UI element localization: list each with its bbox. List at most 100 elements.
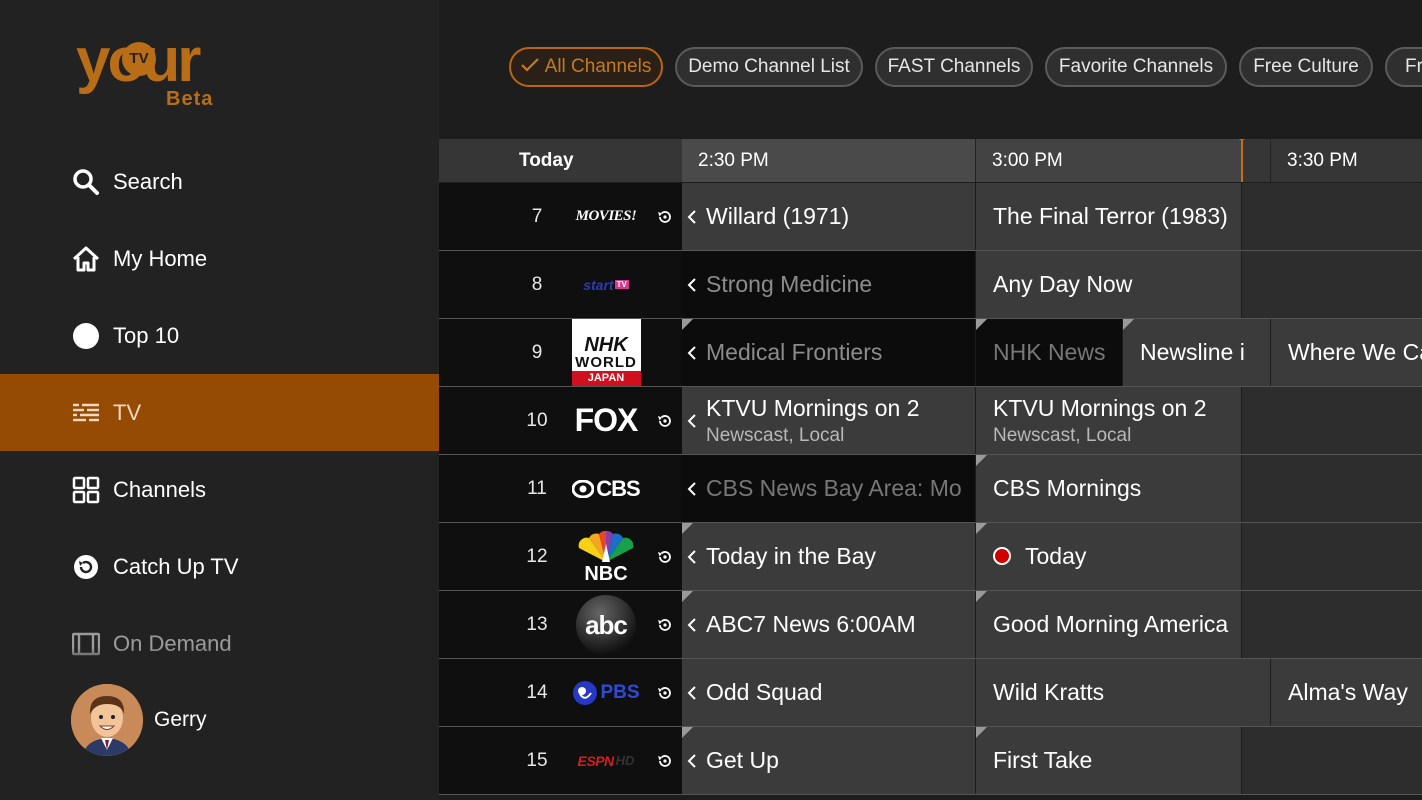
- tv-guide-grid: Today 2:30 PM 3:00 PM 3:30 PM 7 MOVIES! …: [439, 139, 1422, 800]
- corner-marker: [1123, 319, 1134, 330]
- guide-row: 10 FOX KTVU Mornings on 2 Newscast, Loca…: [439, 387, 1422, 454]
- sidebar-item-top-10[interactable]: Top 10: [0, 297, 439, 374]
- chevron-left-icon: [687, 387, 697, 454]
- program-cell[interactable]: Newsline i: [1123, 319, 1270, 386]
- chevron-left-icon: [687, 659, 697, 726]
- program-title: KTVU Mornings on 2: [993, 394, 1207, 421]
- sidebar-item-label: Search: [113, 168, 183, 194]
- channel-cell[interactable]: 10 FOX: [439, 387, 682, 454]
- chevron-left-icon: [687, 523, 697, 590]
- chip-label: Free Culture: [1253, 56, 1359, 77]
- channel-number: 10: [526, 409, 548, 431]
- corner-marker: [976, 455, 987, 466]
- corner-marker: [976, 727, 987, 738]
- program-title: Where We Ca: [1288, 339, 1422, 365]
- program-cell[interactable]: Today: [976, 523, 1241, 590]
- program-cell-empty[interactable]: [1242, 727, 1422, 794]
- program-cell[interactable]: Today in the Bay: [682, 523, 975, 590]
- chip-demo-channel-list[interactable]: Demo Channel List: [675, 47, 863, 87]
- program-title: First Take: [993, 747, 1093, 773]
- chevron-left-icon: [687, 319, 697, 386]
- program-title: KTVU Mornings on 2: [706, 394, 920, 421]
- program-title: CBS Mornings: [993, 475, 1142, 501]
- user-profile[interactable]: Gerry: [71, 684, 207, 756]
- time-slot: 3:30 PM: [1287, 149, 1358, 171]
- program-cell-empty[interactable]: [1242, 591, 1422, 658]
- program-cell[interactable]: Get Up: [682, 727, 975, 794]
- program-cell[interactable]: KTVU Mornings on 2 Newscast, Local: [682, 387, 975, 454]
- chip-favorite-channels[interactable]: Favorite Channels: [1045, 47, 1227, 87]
- replay-icon: [655, 183, 675, 250]
- channel-cell[interactable]: 7 MOVIES!: [439, 183, 682, 250]
- sidebar-item-label: On Demand: [113, 630, 232, 656]
- program-title: Newsline i: [1140, 339, 1245, 365]
- checkmark-icon: [520, 56, 539, 78]
- replay-icon: [655, 659, 675, 726]
- chevron-left-icon: [687, 183, 697, 250]
- time-header: Today 2:30 PM 3:00 PM 3:30 PM: [439, 139, 1422, 182]
- chip-fre[interactable]: Fre: [1385, 47, 1422, 87]
- guide-row: 15 ESPN HD Get Up First Take: [439, 727, 1422, 794]
- channel-logo: NHK WORLD JAPAN: [571, 319, 641, 386]
- program-cell[interactable]: CBS News Bay Area: Mo: [682, 455, 975, 522]
- avatar[interactable]: [71, 684, 143, 756]
- program-cell-empty[interactable]: [1242, 455, 1422, 522]
- program-cell[interactable]: Where We Ca: [1271, 319, 1422, 386]
- program-cell[interactable]: Any Day Now: [976, 251, 1241, 318]
- guide-row: 12 NBC Today in the Bay Today: [439, 523, 1422, 590]
- program-cell-empty[interactable]: [1242, 251, 1422, 318]
- program-cell[interactable]: Strong Medicine: [682, 251, 975, 318]
- program-cell-empty[interactable]: [1242, 387, 1422, 454]
- film-icon: [72, 630, 100, 658]
- channel-cell[interactable]: 12 NBC: [439, 523, 682, 590]
- sidebar-item-tv[interactable]: TV: [0, 374, 439, 451]
- channel-cell[interactable]: 11 CBS: [439, 455, 682, 522]
- sidebar-item-my-home[interactable]: My Home: [0, 220, 439, 297]
- program-cell[interactable]: Wild Kratts: [976, 659, 1270, 726]
- channel-cell[interactable]: 9 NHK WORLD JAPAN: [439, 319, 682, 386]
- sidebar-item-on-demand[interactable]: On Demand: [0, 605, 439, 682]
- chip-fast-channels[interactable]: FAST Channels: [875, 47, 1033, 87]
- replay-icon: [72, 553, 100, 581]
- user-name: Gerry: [154, 708, 207, 731]
- program-cell[interactable]: First Take: [976, 727, 1241, 794]
- program-cell[interactable]: ABC7 News 6:00AM: [682, 591, 975, 658]
- chip-all-channels[interactable]: All Channels: [509, 47, 663, 87]
- sidebar-item-search[interactable]: Search: [0, 143, 439, 220]
- now-indicator: [1241, 139, 1243, 182]
- program-title: Odd Squad: [706, 679, 823, 705]
- channel-number: 11: [527, 477, 547, 499]
- program-cell[interactable]: NHK News: [976, 319, 1122, 386]
- program-cell[interactable]: Medical Frontiers: [682, 319, 975, 386]
- program-cell-empty[interactable]: [1242, 183, 1422, 250]
- program-cell[interactable]: KTVU Mornings on 2 Newscast, Local: [976, 387, 1241, 454]
- channel-cell[interactable]: 13 abc: [439, 591, 682, 658]
- program-subtitle: Newscast, Local: [993, 424, 1132, 446]
- sidebar-item-label: Catch Up TV: [113, 553, 239, 579]
- channel-cell[interactable]: 15 ESPN HD: [439, 727, 682, 794]
- program-title: Strong Medicine: [706, 271, 873, 297]
- chip-label: Demo Channel List: [688, 56, 850, 77]
- record-icon: [993, 546, 1011, 565]
- circle-icon: [72, 322, 100, 350]
- chip-free-culture[interactable]: Free Culture: [1239, 47, 1373, 87]
- channel-cell[interactable]: 8 start TV: [439, 251, 682, 318]
- search-icon: [72, 168, 100, 196]
- time-slot: 2:30 PM: [682, 139, 975, 182]
- program-cell[interactable]: Good Morning America: [976, 591, 1241, 658]
- channel-cell[interactable]: 14 PBS: [439, 659, 682, 726]
- program-cell[interactable]: CBS Mornings: [976, 455, 1241, 522]
- program-cell[interactable]: Alma's Way: [1271, 659, 1422, 726]
- program-cell[interactable]: Odd Squad: [682, 659, 975, 726]
- guide-row: 13 abc ABC7 News 6:00AM Good Morning Ame…: [439, 591, 1422, 658]
- channel-number: 9: [531, 341, 543, 363]
- program-title: Today: [993, 543, 1241, 570]
- channel-logo: abc: [571, 591, 641, 658]
- program-cell[interactable]: Willard (1971): [682, 183, 975, 250]
- program-cell-empty[interactable]: [1242, 523, 1422, 590]
- program-cell[interactable]: The Final Terror (1983): [976, 183, 1241, 250]
- sidebar-item-channels[interactable]: Channels: [0, 451, 439, 528]
- sidebar-item-catch-up-tv[interactable]: Catch Up TV: [0, 528, 439, 605]
- channel-logo: FOX: [574, 402, 639, 438]
- program-title: Any Day Now: [993, 271, 1133, 297]
